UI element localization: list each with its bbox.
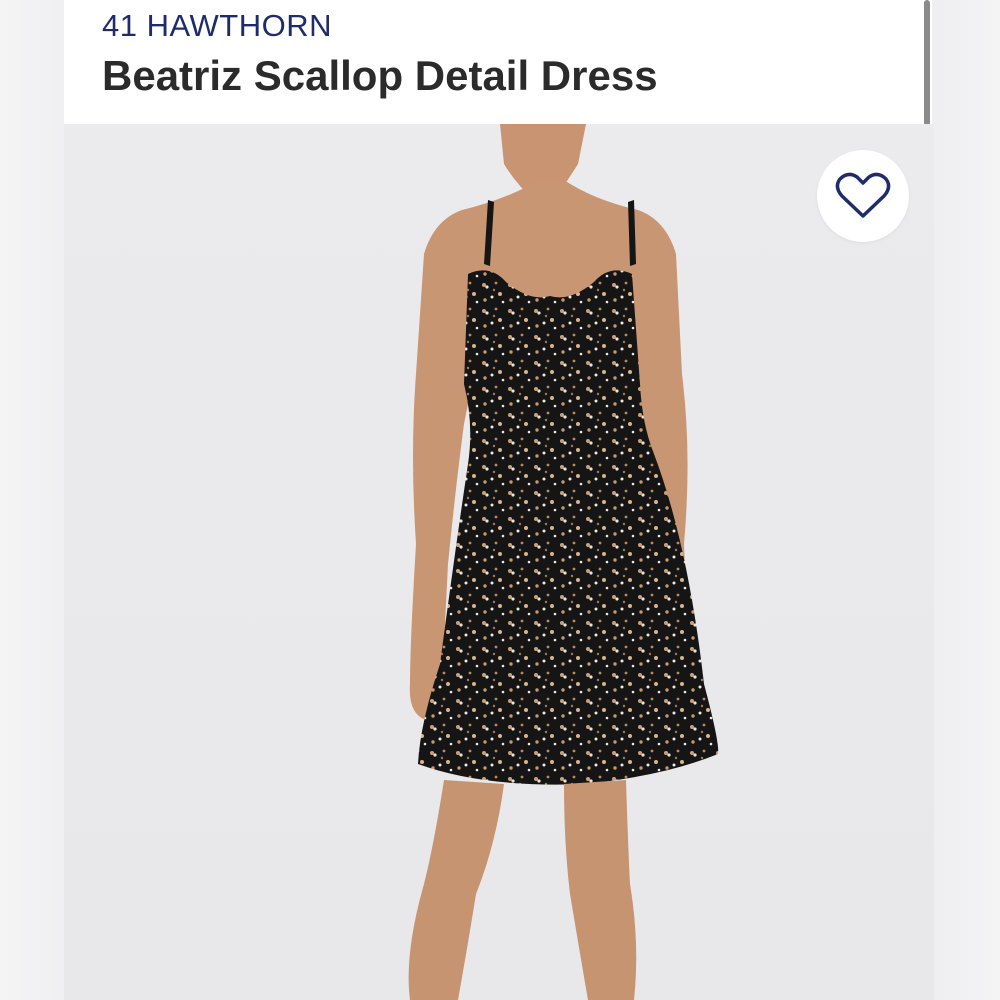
product-header: 41 HAWTHORN Beatriz Scallop Detail Dress [64,0,932,124]
model-photo [408,124,719,1000]
product-title: Beatriz Scallop Detail Dress [102,52,658,99]
product-image[interactable] [64,124,934,1000]
heart-outline-icon [835,172,891,218]
brand-name[interactable]: 41 HAWTHORN [102,8,332,44]
favorite-button[interactable] [817,150,909,242]
scrollbar[interactable] [924,0,930,126]
